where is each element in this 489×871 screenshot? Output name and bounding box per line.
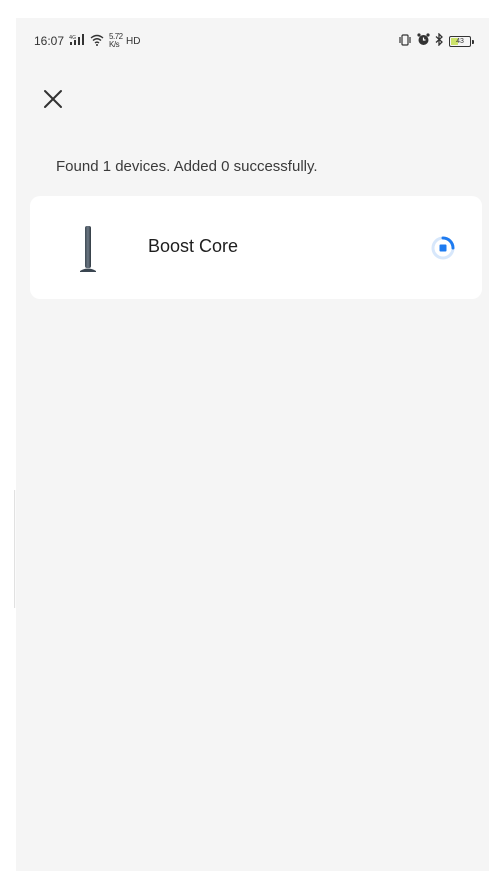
cellular-signal-icon: 4G <box>69 33 85 49</box>
device-list-item[interactable]: Boost Core <box>30 196 482 299</box>
scan-summary: Found 1 devices. Added 0 successfully. <box>56 158 318 175</box>
device-thumbnail-icon <box>76 225 100 273</box>
status-time: 16:07 <box>34 34 65 48</box>
wifi-icon <box>90 34 104 49</box>
status-bar: 16:07 4G 5.72 K/s HD 43 <box>16 18 489 64</box>
alarm-icon <box>417 33 430 49</box>
loading-spinner-icon <box>429 234 457 262</box>
status-left: 16:07 4G 5.72 K/s HD <box>34 33 140 49</box>
vibrate-icon <box>398 33 412 49</box>
hd-indicator: HD <box>126 35 141 47</box>
close-button[interactable] <box>38 86 68 116</box>
status-right: 43 <box>398 32 474 49</box>
close-icon <box>43 89 63 114</box>
device-name: Boost Core <box>148 236 239 256</box>
bluetooth-icon <box>435 32 444 49</box>
battery-icon: 43 <box>449 35 474 47</box>
battery-level: 43 <box>456 37 464 45</box>
app-screen: 16:07 4G 5.72 K/s HD 43 Found 1 devices.… <box>16 18 489 871</box>
net-speed: 5.72 K/s <box>109 32 123 49</box>
